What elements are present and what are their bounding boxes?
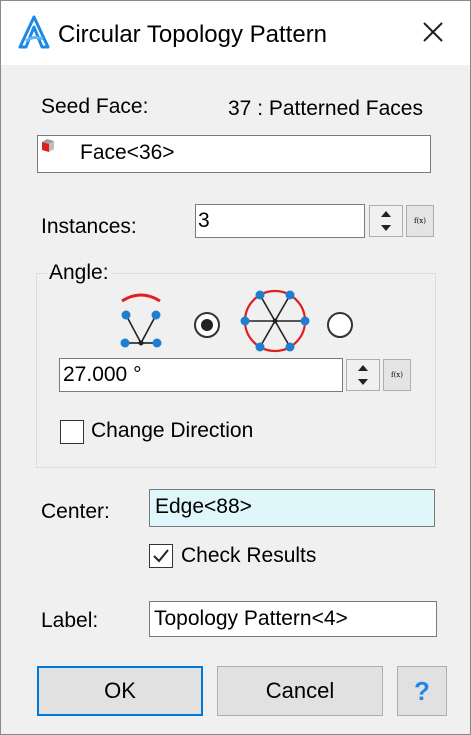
instances-value: 3 [198, 209, 210, 232]
label-field-label: Label: [41, 609, 99, 632]
center-label: Center: [41, 500, 110, 523]
face-cube-icon [42, 139, 54, 152]
full-circle-radio[interactable] [327, 312, 353, 338]
center-value: Edge<88> [155, 495, 252, 518]
cancel-button[interactable]: Cancel [217, 666, 383, 716]
spin-up-icon[interactable] [347, 360, 379, 375]
checkmark-icon [153, 549, 169, 563]
spin-down-icon[interactable] [370, 221, 402, 236]
close-icon[interactable] [413, 15, 453, 51]
partial-arc-radio[interactable] [194, 312, 220, 338]
angle-spinner[interactable] [346, 359, 380, 391]
app-logo-icon [18, 15, 50, 49]
label-input[interactable]: Topology Pattern<4> [149, 601, 437, 637]
check-results-checkbox[interactable] [149, 544, 173, 568]
full-circle-pattern-icon [240, 289, 310, 353]
instances-input[interactable]: 3 [195, 204, 365, 238]
angle-group: Angle: 27.000 ° f(x) Change Direction [36, 261, 436, 468]
instances-label: Instances: [41, 215, 137, 238]
change-direction-checkbox[interactable] [60, 420, 84, 444]
circular-topology-pattern-dialog: Circular Topology Pattern Seed Face: 37 … [0, 0, 471, 735]
instances-fx-button[interactable]: f(x) [406, 205, 434, 237]
angle-group-label: Angle: [47, 261, 111, 285]
angle-value: 27.000 ° [63, 363, 142, 386]
ok-button[interactable]: OK [37, 666, 203, 716]
instances-spinner[interactable] [369, 205, 403, 237]
check-results-label: Check Results [181, 544, 317, 567]
radio-selected-dot [201, 319, 213, 331]
seed-face-field[interactable]: Face<36> [37, 135, 431, 173]
spin-up-icon[interactable] [370, 206, 402, 221]
partial-arc-pattern-icon [120, 293, 162, 348]
angle-fx-button[interactable]: f(x) [383, 359, 411, 391]
help-button[interactable]: ? [397, 666, 447, 716]
seed-face-value: Face<36> [80, 141, 175, 164]
center-field[interactable]: Edge<88> [149, 489, 435, 527]
seed-face-label: Seed Face: [41, 95, 149, 118]
title-bar: Circular Topology Pattern [1, 1, 470, 65]
label-value: Topology Pattern<4> [154, 607, 348, 630]
patterned-faces-count: 37 : Patterned Faces [228, 97, 423, 120]
dialog-title: Circular Topology Pattern [58, 21, 328, 48]
spin-down-icon[interactable] [347, 375, 379, 390]
change-direction-label: Change Direction [91, 419, 254, 442]
angle-input[interactable]: 27.000 ° [59, 358, 343, 392]
